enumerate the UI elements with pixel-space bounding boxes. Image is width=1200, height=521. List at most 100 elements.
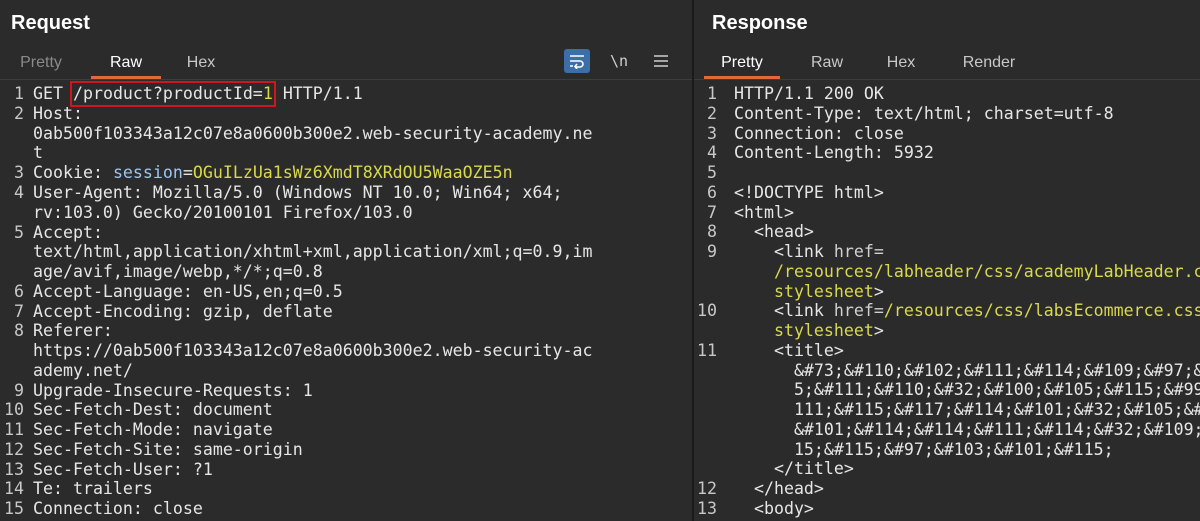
cookie-value: OGuILzUa1sWz6XmdT8XRdOU5WaaOZE5n: [192, 163, 513, 183]
response-pane: Response Pretty Raw Hex Render 1 2 3 4 5…: [694, 0, 1200, 521]
line-number: 5: [14, 222, 24, 242]
line-number: 7: [14, 301, 24, 321]
href-attr: href=: [833, 242, 884, 261]
line-number: 15: [4, 499, 24, 518]
link-href-value-1: /resources/labheader/css/academyLabHeade…: [773, 261, 1200, 281]
wrap-lines-icon: [570, 55, 584, 69]
cookie-equals: =: [182, 163, 193, 183]
title-open-tag: <title>: [734, 340, 844, 360]
request-path: /product?productId=: [72, 84, 263, 103]
line-number: 5: [707, 163, 717, 182]
referer-header-name: Referer:: [33, 321, 113, 341]
link-rel-2: stylesheet>: [734, 321, 884, 341]
line-number: 9: [707, 242, 717, 261]
accept-language-header: Accept-Language: en-US,en;q=0.5: [33, 281, 343, 301]
line-number: 3: [707, 123, 717, 143]
word-wrap-icon[interactable]: [564, 49, 590, 73]
rel-value: stylesheet: [734, 281, 874, 301]
sec-fetch-user-header: Sec-Fetch-User: ?1: [33, 459, 213, 479]
line-number: 4: [14, 183, 24, 202]
content-length-header: Content-Length: 5932: [734, 143, 934, 163]
body-open-tag: <body>: [734, 499, 814, 518]
http-protocol: HTTP/1.1: [282, 84, 363, 103]
link-tag-open: <link: [734, 301, 834, 321]
tab-raw[interactable]: Raw: [792, 49, 862, 79]
link-href-value-2: /resources/css/labsEcommerce.css rel=: [883, 301, 1200, 321]
hamburger-icon: [654, 55, 668, 67]
accept-header-name: Accept:: [33, 222, 103, 242]
response-tabs: Pretty Raw Hex Render: [694, 49, 1200, 79]
highlighted-path: /product?productId=1: [69, 81, 276, 107]
accept-header-value-wrap: age/avif,image/webp,*/*;q=0.8: [33, 262, 323, 281]
host-header-value-wrap: t: [33, 143, 43, 163]
content-type-header: Content-Type: text/html; charset=utf-8: [734, 103, 1114, 123]
line-number: 3: [14, 163, 24, 183]
product-id-value: 1: [262, 84, 273, 103]
link-tag-open: <link: [734, 242, 834, 261]
host-header-name: Host:: [33, 103, 83, 123]
tab-hex[interactable]: Hex: [866, 49, 936, 79]
title-entities: 15;&#115;&#97;&#103;&#101;&#115;: [734, 439, 1114, 459]
line-number: 10: [697, 301, 717, 321]
request-line: GET /product?productId=1 HTTP/1.1: [33, 81, 363, 107]
line-number: 6: [707, 182, 717, 202]
tag-close: >: [873, 281, 884, 301]
line-number: 7: [707, 202, 717, 222]
link-rel-1: stylesheet>: [734, 282, 884, 302]
line-number: 6: [14, 281, 24, 301]
tab-raw[interactable]: Raw: [91, 49, 161, 79]
title-close-tag: </title>: [734, 459, 854, 479]
tab-render[interactable]: Render: [949, 49, 1029, 79]
status-line: HTTP/1.1 200 OK: [734, 84, 884, 103]
tab-pretty[interactable]: Pretty: [6, 49, 76, 79]
line-number: 9: [14, 380, 24, 400]
response-editor[interactable]: 1 2 3 4 5 6 7 8 9 10 11 12 13 HTTP/1.1 2…: [694, 84, 1200, 521]
line-number: 11: [697, 340, 717, 360]
tab-hex[interactable]: Hex: [166, 49, 236, 79]
html-open-tag: <html>: [734, 202, 794, 222]
connection-header: Connection: close: [734, 123, 904, 143]
response-title: Response: [712, 12, 808, 34]
http-method: GET: [33, 84, 63, 103]
line-number: 8: [14, 321, 24, 341]
te-header: Te: trailers: [33, 479, 153, 499]
connection-header: Connection: close: [33, 499, 203, 518]
head-close-tag: </head>: [734, 479, 824, 499]
href-attr: href=: [833, 301, 884, 321]
doctype-line: <!DOCTYPE html>: [734, 182, 884, 202]
line-number: 8: [707, 222, 717, 242]
link-tag-2: <link href=/resources/css/labsEcommerce.…: [734, 301, 1200, 321]
sec-fetch-dest-header: Sec-Fetch-Dest: document: [33, 400, 273, 420]
line-number: 1: [14, 84, 24, 103]
upgrade-insecure-header: Upgrade-Insecure-Requests: 1: [33, 380, 313, 400]
line-number: 13: [4, 459, 24, 479]
menu-icon[interactable]: [648, 49, 674, 73]
referer-header-value-wrap: ademy.net/: [33, 360, 133, 380]
request-editor[interactable]: 1 2 3 4 5 6 7 8 9 10 11 12 13 14 15 GET …: [0, 81, 692, 521]
request-title: Request: [11, 12, 90, 34]
cookie-header-name: Cookie:: [33, 163, 103, 183]
request-pane: Request Pretty Raw Hex \n 1 2 3 4 5 6 7 …: [0, 0, 692, 521]
title-entities: &#101;&#114;&#114;&#111;&#114;&#32;&#109…: [793, 419, 1200, 439]
tag-close: >: [873, 321, 884, 340]
tab-pretty[interactable]: Pretty: [704, 49, 780, 79]
cookie-header: Cookie: session=OGuILzUa1sWz6XmdT8XRdOU5…: [33, 163, 513, 183]
head-open-tag: <head>: [734, 222, 814, 242]
response-tabs-divider: [694, 79, 1200, 80]
line-number: 13: [697, 499, 717, 518]
title-entities: 5;&#111;&#110;&#32;&#100;&#105;&#115;&#9…: [793, 380, 1200, 400]
sec-fetch-mode-header: Sec-Fetch-Mode: navigate: [33, 420, 273, 439]
link-tag-1: <link href=: [734, 242, 884, 262]
line-number: 4: [707, 143, 717, 163]
line-number: 1: [707, 84, 717, 103]
user-agent-header: User-Agent: Mozilla/5.0 (Windows NT 10.0…: [33, 183, 563, 202]
line-number: 10: [4, 400, 24, 420]
user-agent-header-wrap: rv:103.0) Gecko/20100101 Firefox/103.0: [33, 202, 413, 222]
show-newlines-button[interactable]: \n: [606, 49, 632, 73]
title-entities: 111;&#115;&#117;&#114;&#101;&#32;&#105;&…: [793, 400, 1200, 419]
line-number: 2: [14, 103, 24, 123]
sec-fetch-site-header: Sec-Fetch-Site: same-origin: [33, 439, 303, 459]
title-entities: &#73;&#110;&#102;&#111;&#114;&#109;&#97;…: [793, 360, 1200, 380]
line-number: 2: [707, 103, 717, 123]
host-header-value: 0ab500f103343a12c07e8a0600b300e2.web-sec…: [33, 123, 593, 143]
